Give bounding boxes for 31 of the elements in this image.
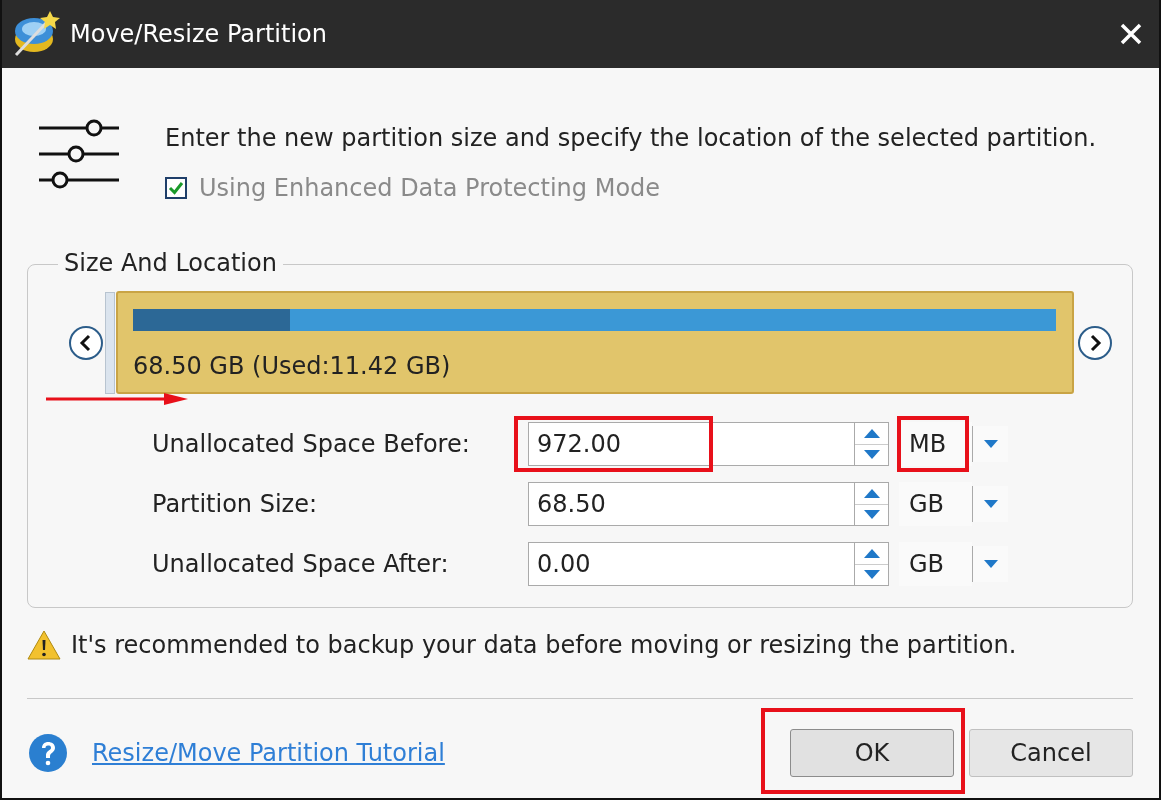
dialog-button[interactable]: Cancel xyxy=(969,729,1133,777)
right-chevron-button[interactable] xyxy=(1077,324,1113,361)
up-triangle-icon[interactable] xyxy=(863,548,880,558)
checkbox-label: Using Enhanced Data Protecting Mode xyxy=(199,174,661,202)
number-field[interactable]: 68.50 xyxy=(528,482,854,526)
number-field[interactable]: 972.00 xyxy=(528,422,854,466)
tutorial-link[interactable]: Resize/Move Partition Tutorial xyxy=(92,739,790,767)
down-triangle-icon[interactable] xyxy=(863,450,880,460)
disk-wand-icon xyxy=(12,9,62,59)
down-triangle-icon[interactable] xyxy=(983,560,998,568)
window-title: Move/Resize Partition xyxy=(70,20,328,48)
left-chevron-button[interactable] xyxy=(68,324,104,361)
up-triangle-icon[interactable] xyxy=(863,488,880,498)
partition-block[interactable]: 68.50 GB (Used:11.42 GB) xyxy=(116,291,1074,394)
down-triangle-icon[interactable] xyxy=(863,510,880,520)
number-field[interactable]: 0.00 xyxy=(528,542,854,586)
warning-text: It's recommended to backup your data before moving or resizing the partition. xyxy=(71,631,1017,659)
warning-icon xyxy=(27,630,61,660)
help-icon xyxy=(29,734,67,772)
instruction-text: Enter the new partition size and specify the location of the selected partition. xyxy=(165,124,1097,152)
up-triangle-icon[interactable] xyxy=(863,428,880,438)
field-label: Partition Size: xyxy=(152,490,318,518)
field-label: Unallocated Space After: xyxy=(152,550,450,578)
resize-handle[interactable] xyxy=(105,291,115,394)
down-triangle-icon[interactable] xyxy=(983,500,998,508)
partition-label: 68.50 GB (Used:11.42 GB) xyxy=(133,352,452,380)
down-triangle-icon[interactable] xyxy=(983,440,998,448)
sliders-icon xyxy=(37,118,121,190)
field-label: Unallocated Space Before: xyxy=(152,430,471,458)
down-triangle-icon[interactable] xyxy=(863,570,880,580)
dialog-button[interactable]: OK xyxy=(790,729,954,777)
